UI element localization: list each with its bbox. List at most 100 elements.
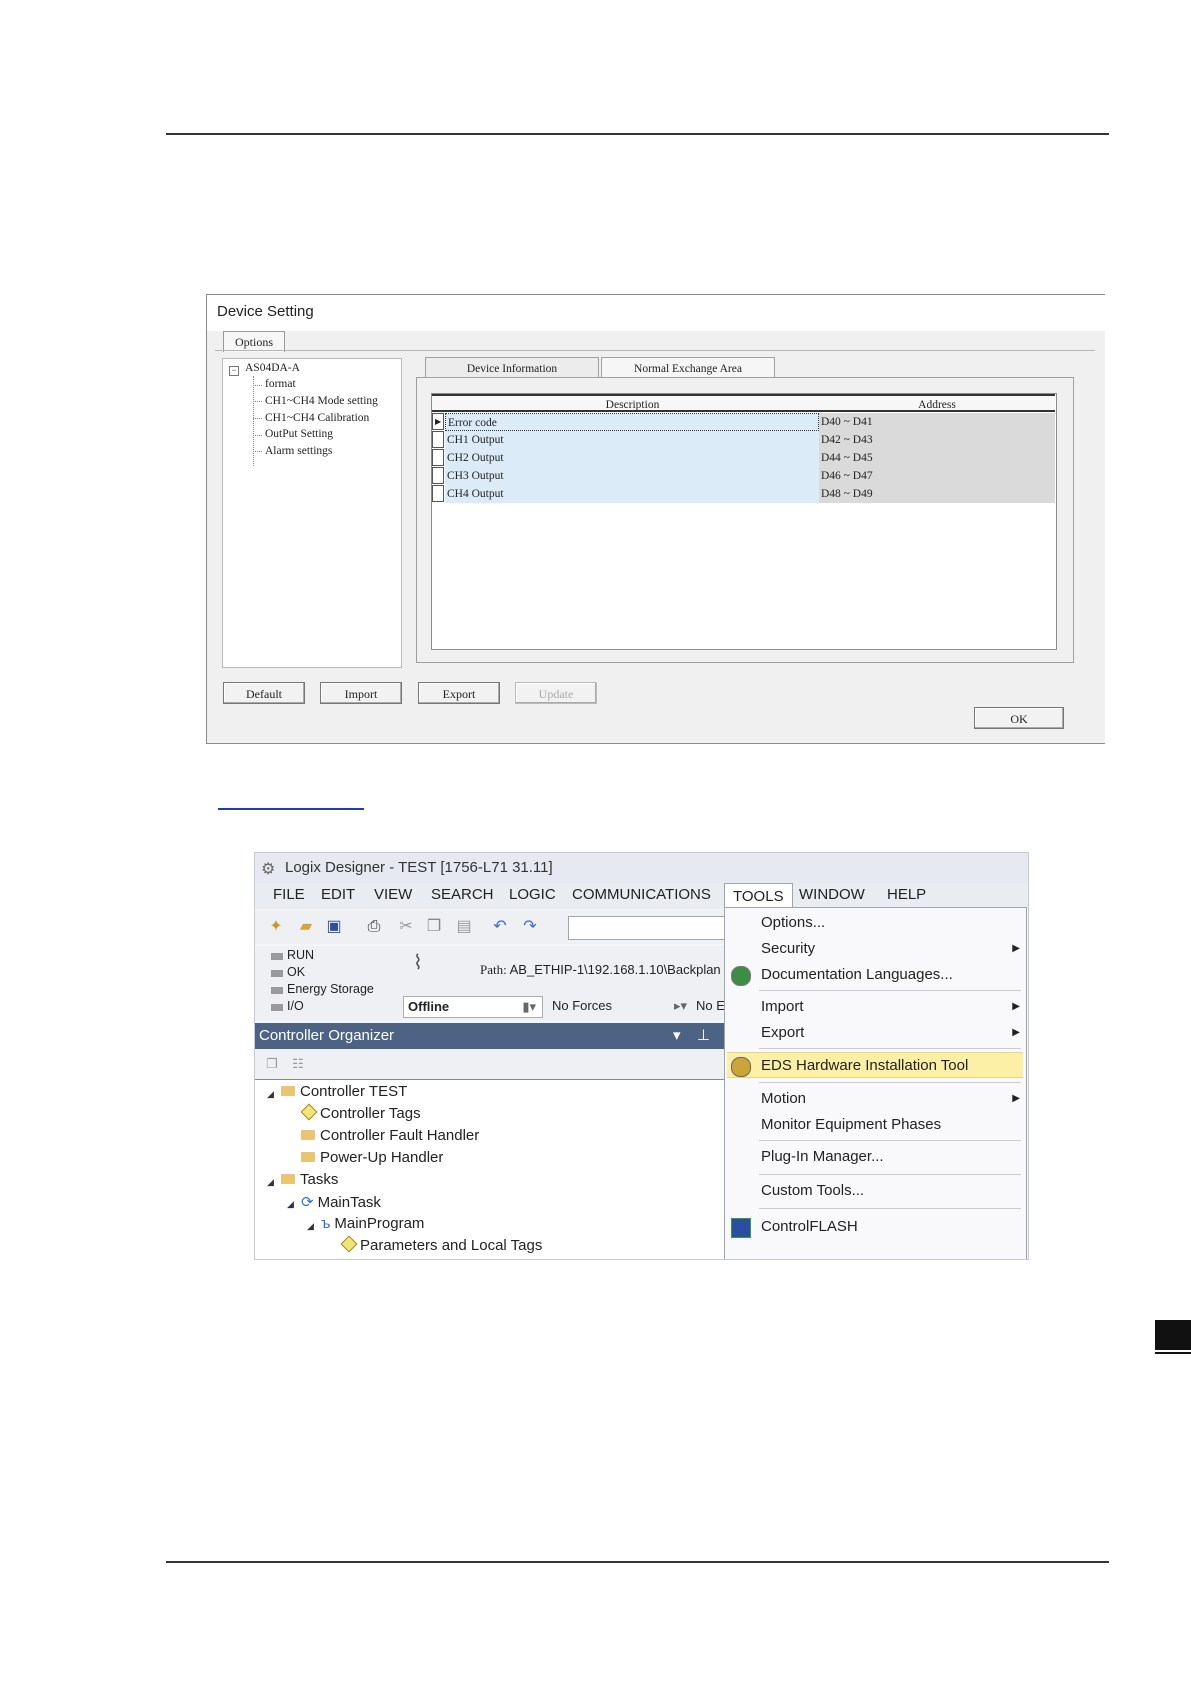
organizer-view-icon[interactable]: ☷ <box>289 1055 307 1073</box>
tree-item-controller-tags[interactable]: Controller Tags <box>300 1103 421 1122</box>
menu-tools[interactable]: TOOLS <box>724 883 793 909</box>
redo-icon[interactable]: ↷ <box>521 918 539 936</box>
organizer-tree: ◢ Controller TEST Controller Tags Contro… <box>255 1080 725 1259</box>
tree-item-maintask[interactable]: ⟳ MainTask <box>301 1193 381 1211</box>
menu-item-custom-tools[interactable]: Custom Tools... <box>725 1178 1026 1204</box>
tree-item-parameters[interactable]: Parameters and Local Tags <box>340 1235 542 1254</box>
menu-communications[interactable]: COMMUNICATIONS <box>572 886 711 903</box>
tree-connector <box>253 385 262 386</box>
menu-item-plugin-manager[interactable]: Plug-In Manager... <box>725 1144 1026 1170</box>
default-button[interactable]: Default <box>223 682 305 704</box>
tree-item-fault-handler[interactable]: Controller Fault Handler <box>301 1127 479 1144</box>
top-rule <box>166 133 1109 135</box>
import-button[interactable]: Import <box>320 682 402 704</box>
row-selector[interactable]: ▶ <box>432 413 444 430</box>
menu-item-monitor-equipment-phases[interactable]: Monitor Equipment Phases <box>725 1112 1026 1138</box>
tree-item-alarm-settings[interactable]: Alarm settings <box>265 445 332 457</box>
toolbar: ✦ ▰ ▣ ⎙ ✂ ❐ ▤ ↶ ↷ <box>255 910 728 944</box>
menu-window[interactable]: WINDOW <box>799 886 865 903</box>
column-header-description[interactable]: Description <box>445 394 820 412</box>
forces-dropdown[interactable]: No Forces ▸▾ No E <box>550 996 725 1018</box>
column-header-address[interactable]: Address <box>819 394 1055 412</box>
mode-value: Offline <box>408 999 450 1014</box>
tree-item-powerup-handler[interactable]: Power-Up Handler <box>301 1149 443 1166</box>
undo-icon[interactable]: ↶ <box>491 918 509 936</box>
tree-item-controller[interactable]: Controller TEST <box>281 1083 407 1100</box>
row-selector[interactable] <box>432 467 444 484</box>
tree-item-format[interactable]: format <box>265 378 296 390</box>
expand-icon[interactable]: ◢ <box>267 1177 274 1188</box>
menu-edit[interactable]: EDIT <box>321 886 355 903</box>
copy-icon[interactable]: ❐ <box>425 918 443 936</box>
row-selector[interactable] <box>432 485 444 502</box>
menu-file[interactable]: FILE <box>273 886 305 903</box>
tree-item-output-setting[interactable]: OutPut Setting <box>265 428 333 440</box>
menu-item-eds-hardware-installation-tool[interactable]: EDS Hardware Installation Tool <box>727 1052 1023 1078</box>
update-button[interactable]: Update <box>515 682 597 704</box>
pin-icon[interactable]: ⊥ <box>697 1023 710 1049</box>
menu-item-options[interactable]: Options... <box>725 910 1026 936</box>
tree-connector <box>253 435 262 436</box>
print-icon[interactable]: ⎙ <box>365 918 383 936</box>
table-row[interactable]: CH3 Output D46 ~ D47 <box>432 467 1055 485</box>
menu-search[interactable]: SEARCH <box>431 886 494 903</box>
tree-item-mainprogram[interactable]: ъ MainProgram <box>321 1215 424 1232</box>
menu-item-import[interactable]: Import ▶ <box>725 994 1026 1020</box>
window-titlebar: ⚙ Logix Designer - TEST [1756-L71 31.11] <box>255 853 1028 883</box>
ok-led <box>271 970 283 977</box>
menu-help[interactable]: HELP <box>887 886 926 903</box>
tab-normal-exchange-area[interactable]: Normal Exchange Area <box>601 357 775 378</box>
mode-dropdown[interactable]: Offline ▮▾ <box>403 996 543 1018</box>
app-icon: ⚙ <box>261 861 276 878</box>
cell-description: CH1 Output <box>445 431 819 449</box>
export-button[interactable]: Export <box>418 682 500 704</box>
cell-description: CH3 Output <box>445 467 819 485</box>
expand-icon[interactable]: ◢ <box>307 1221 314 1232</box>
io-led <box>271 1004 283 1011</box>
row-selector[interactable] <box>432 449 444 466</box>
ok-button[interactable]: OK <box>974 707 1064 729</box>
dialog-title: Device Setting <box>217 303 314 320</box>
tab-options[interactable]: Options <box>223 331 285 352</box>
menu-logic[interactable]: LOGIC <box>509 886 556 903</box>
cut-icon[interactable]: ✂ <box>397 918 415 936</box>
collapse-all-icon[interactable]: ❐ <box>263 1055 281 1073</box>
forces-dropdown-icon: ▸▾ <box>674 998 688 1013</box>
menu-view[interactable]: VIEW <box>374 886 412 903</box>
menu-item-security[interactable]: Security ▶ <box>725 936 1026 962</box>
collapse-icon[interactable]: − <box>229 366 239 376</box>
menu-item-motion[interactable]: Motion ▶ <box>725 1086 1026 1112</box>
table-row[interactable]: CH1 Output D42 ~ D43 <box>432 431 1055 449</box>
dialog-titlebar <box>207 295 1105 331</box>
table-row[interactable]: CH2 Output D44 ~ D45 <box>432 449 1055 467</box>
device-setting-dialog: Device Setting Options − AS04DA-A format… <box>206 294 1105 744</box>
forces-value: No Forces <box>552 998 612 1013</box>
paste-icon[interactable]: ▤ <box>455 918 473 936</box>
window-title: Logix Designer - TEST [1756-L71 31.11] <box>285 859 553 876</box>
menu-item-controlflash[interactable]: ControlFLASH <box>725 1214 1026 1240</box>
tree-item-mode-setting[interactable]: CH1~CH4 Mode setting <box>265 395 378 407</box>
expand-icon[interactable]: ◢ <box>267 1089 274 1100</box>
menu-item-export[interactable]: Export ▶ <box>725 1020 1026 1046</box>
open-icon[interactable]: ▰ <box>297 918 315 936</box>
row-selector[interactable] <box>432 431 444 448</box>
globe-icon <box>731 966 751 986</box>
toolbar-search-input[interactable] <box>568 916 728 940</box>
menu-item-documentation-languages[interactable]: Documentation Languages... <box>725 962 1026 988</box>
new-icon[interactable]: ✦ <box>267 918 285 936</box>
table-row[interactable]: CH4 Output D48 ~ D49 <box>432 485 1055 503</box>
module-tree: − AS04DA-A format CH1~CH4 Mode setting C… <box>222 358 402 668</box>
tab-device-information[interactable]: Device Information <box>425 357 599 378</box>
menu-separator <box>759 1048 1021 1049</box>
tree-item-calibration[interactable]: CH1~CH4 Calibration <box>265 412 369 424</box>
tree-root[interactable]: AS04DA-A <box>245 362 300 374</box>
tree-item-tasks[interactable]: Tasks <box>281 1171 338 1188</box>
organizer-dropdown-icon[interactable]: ▾ <box>673 1023 681 1049</box>
current-row-icon: ▶ <box>435 417 442 426</box>
program-icon: ъ <box>321 1215 331 1232</box>
menu-separator <box>759 1140 1021 1141</box>
expand-icon[interactable]: ◢ <box>287 1199 294 1210</box>
organizer-header: Controller Organizer ▾ ⊥ <box>255 1023 725 1049</box>
save-icon[interactable]: ▣ <box>325 918 343 936</box>
table-row[interactable]: ▶ Error code D40 ~ D41 <box>432 413 1055 431</box>
